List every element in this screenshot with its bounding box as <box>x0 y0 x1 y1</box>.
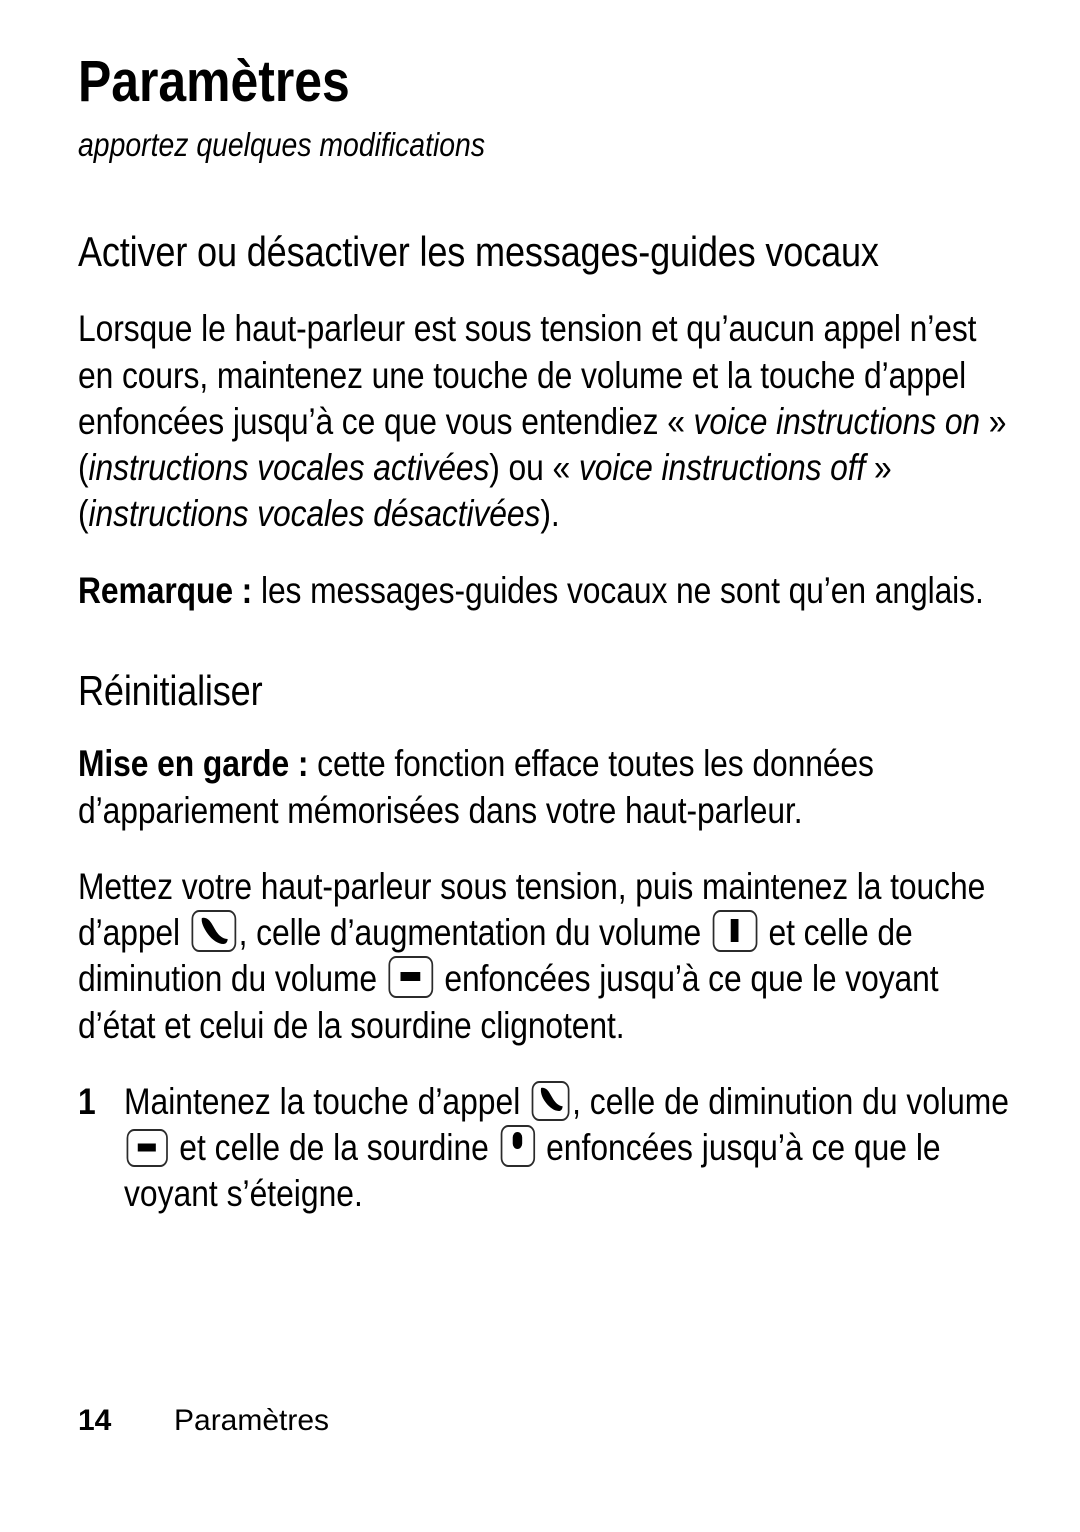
section-reset: Réinitialiser Mise en garde : cette fonc… <box>78 666 1020 1218</box>
step-number: 1 <box>78 1080 96 1122</box>
list-item: 1 Maintenez la touche d’appel , celle de… <box>78 1079 1020 1218</box>
page-footer: 14 Paramètres <box>78 1404 329 1438</box>
paragraph-text: Maintenez la touche d’appel <box>124 1080 530 1122</box>
italic-phrase-on: voice instructions on <box>693 400 981 442</box>
paragraph-reset-procedure: Mettez votre haut-parleur sous tension, … <box>78 864 1020 1049</box>
step-text: Maintenez la touche d’appel , celle de d… <box>124 1079 1020 1218</box>
manual-page: Paramètres apportez quelques modificatio… <box>0 0 1080 1532</box>
plus-icon[interactable] <box>712 910 758 953</box>
note-text: les messages-guides vocaux ne sont qu’en… <box>252 569 984 611</box>
page-subtitle: apportez quelques modifications <box>78 126 486 164</box>
paragraph-text: et celle de la sourdine <box>170 1127 498 1169</box>
note-label: Remarque : <box>78 569 253 611</box>
italic-gloss-off: instructions vocales désactivées <box>88 493 541 535</box>
microphone-icon[interactable] <box>500 1125 535 1168</box>
section-heading-voice-prompts: Activer ou désactiver les messages-guide… <box>78 227 879 275</box>
footer-section-name: Paramètres <box>174 1404 330 1437</box>
caution-reset: Mise en garde : cette fonction efface to… <box>78 741 1020 834</box>
minus-icon[interactable] <box>388 956 434 999</box>
phone-handset-icon[interactable] <box>191 910 237 953</box>
section-voice-prompts: Activer ou désactiver les messages-guide… <box>78 227 1020 614</box>
page-header: Paramètres apportez quelques modificatio… <box>78 0 1020 165</box>
reset-steps-list: 1 Maintenez la touche d’appel , celle de… <box>78 1079 1020 1218</box>
minus-icon[interactable] <box>126 1129 168 1168</box>
paragraph-text: ). <box>540 493 560 535</box>
section-heading-reset: Réinitialiser <box>78 666 263 714</box>
note-voice-prompts: Remarque : les messages-guides vocaux ne… <box>78 568 1020 614</box>
paragraph-text: ) ou « <box>489 447 579 489</box>
footer-page-number: 14 <box>78 1404 112 1437</box>
paragraph-text: , celle de diminution du volume <box>572 1080 1009 1122</box>
page-title: Paramètres <box>78 49 350 114</box>
phone-handset-icon[interactable] <box>531 1080 570 1121</box>
italic-phrase-off: voice instructions off <box>578 447 866 489</box>
paragraph-text: , celle d’augmentation du volume <box>238 912 710 954</box>
paragraph-voice-prompts: Lorsque le haut-parleur est sous tension… <box>78 306 1020 537</box>
caution-label: Mise en garde : <box>78 743 309 785</box>
italic-gloss-on: instructions vocales activées <box>88 447 490 489</box>
